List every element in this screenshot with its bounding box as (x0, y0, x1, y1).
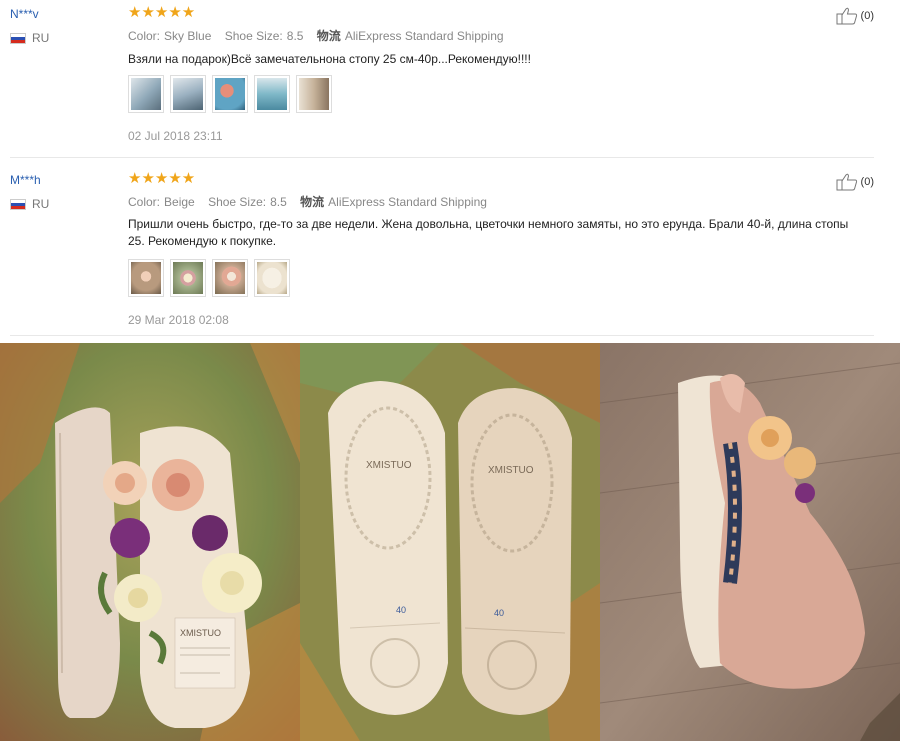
review-photo-thumbnail[interactable] (212, 259, 248, 297)
review-photo-thumbnail[interactable] (254, 75, 290, 113)
color-label: Color: (128, 195, 161, 209)
size-mark-left: 40 (396, 605, 406, 615)
helpful-count: (0) (860, 176, 874, 188)
product-photo-worn[interactable] (600, 343, 900, 741)
brand-label-left: XMISTUO (180, 628, 221, 638)
sandal-soles-image: XMISTUO 40 XMISTUO 40 (300, 343, 600, 741)
review-text: Взяли на подарок)Всё замечательнона стоп… (128, 52, 531, 66)
size-value: 8.5 (270, 195, 287, 209)
reviewer-name[interactable]: N***v (10, 7, 39, 21)
helpful-button[interactable]: (0) (836, 7, 874, 25)
reviewer-name[interactable]: M***h (10, 173, 41, 187)
product-photo-side-view[interactable]: XMISTUO (0, 343, 300, 741)
size-mark-right: 40 (494, 608, 504, 618)
shipping-value: AliExpress Standard Shipping (328, 195, 487, 209)
reviewer-country: RU (10, 31, 49, 45)
color-value: Sky Blue (164, 29, 212, 43)
shipping-value: AliExpress Standard Shipping (344, 29, 504, 43)
review-item: N***v RU ★★★★★ Color: Sky Blue Shoe Size:… (0, 0, 900, 158)
size-label: Shoe Size: (224, 29, 283, 43)
color-value: Beige (164, 195, 195, 209)
thumbs-up-icon (836, 173, 857, 191)
review-photo-thumbnail[interactable] (170, 75, 206, 113)
star-rating: ★★★★★ (128, 4, 196, 21)
review-thumbnails (128, 259, 290, 297)
review-date: 29 Mar 2018 02:08 (128, 313, 229, 327)
country-code: RU (32, 197, 50, 211)
review-thumbnails (128, 75, 332, 113)
russia-flag-icon (10, 198, 26, 210)
russia-flag-icon (10, 32, 26, 44)
brand-label-sole-right: XMISTUO (488, 465, 534, 476)
sandal-on-foot-image (600, 343, 900, 741)
shipping-label: 物流 (316, 29, 341, 43)
review-photo-thumbnail[interactable] (128, 75, 164, 113)
review-photo-thumbnail[interactable] (212, 75, 248, 113)
star-rating: ★★★★★ (128, 170, 196, 187)
order-info: Color: Beige Shoe Size: 8.5 物流 AliExpress S… (128, 193, 497, 210)
thumbs-up-icon (836, 7, 857, 25)
order-info: Color: Sky Blue Shoe Size: 8.5 物流 AliExpres… (128, 27, 514, 44)
size-value: 8.5 (286, 29, 304, 43)
review-photo-thumbnail[interactable] (296, 75, 332, 113)
helpful-button[interactable]: (0) (836, 173, 874, 191)
product-photo-soles[interactable]: XMISTUO 40 XMISTUO 40 (300, 343, 600, 741)
review-photo-thumbnail[interactable] (128, 259, 164, 297)
shipping-label: 物流 (300, 195, 325, 209)
country-code: RU (32, 31, 50, 45)
reviewer-country: RU (10, 197, 49, 211)
review-photo-thumbnail[interactable] (170, 259, 206, 297)
size-label: Shoe Size: (208, 195, 267, 209)
review-item: M***h RU ★★★★★ Color: Beige Shoe Size: 8.5… (0, 158, 900, 336)
product-photo-collage: XMISTUO XMISTUO 40 XMISTUO 40 (0, 343, 900, 741)
review-text: Пришли очень быстро, где-то за две недел… (128, 217, 849, 248)
brand-label-sole-left: XMISTUO (366, 460, 412, 471)
helpful-count: (0) (860, 10, 874, 22)
sandal-with-flowers-image: XMISTUO (0, 343, 300, 741)
review-date: 02 Jul 2018 23:11 (128, 129, 223, 143)
review-divider (10, 335, 874, 336)
review-photo-thumbnail[interactable] (254, 259, 290, 297)
color-label: Color: (128, 29, 161, 43)
